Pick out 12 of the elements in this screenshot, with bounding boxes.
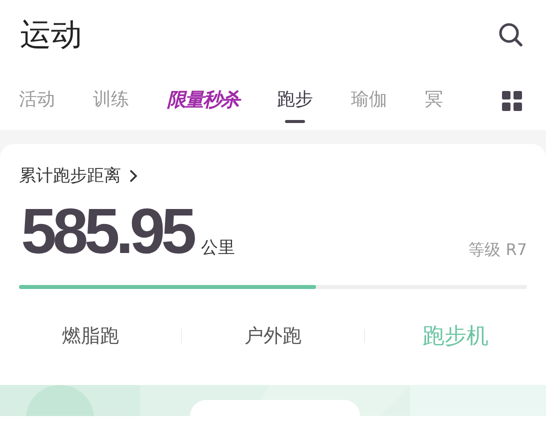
category-tab[interactable]: 跑步 [277,79,313,121]
grid-icon[interactable] [502,91,522,111]
distance-label[interactable]: 累计跑步距离 [19,164,121,187]
unit-label: 公里 [200,237,235,259]
chevron-icon[interactable] [129,168,138,182]
promo-tab[interactable]: 限量秒杀 [167,79,239,121]
grade-label: 等级 R7 [468,240,527,261]
distance-value: 585.95 [21,201,193,261]
search-icon[interactable] [498,22,524,48]
mode-tab[interactable]: 燃脂跑 [0,323,182,349]
mode-tab[interactable]: 户外跑 [182,323,364,349]
page-title: 运动 [20,16,82,55]
